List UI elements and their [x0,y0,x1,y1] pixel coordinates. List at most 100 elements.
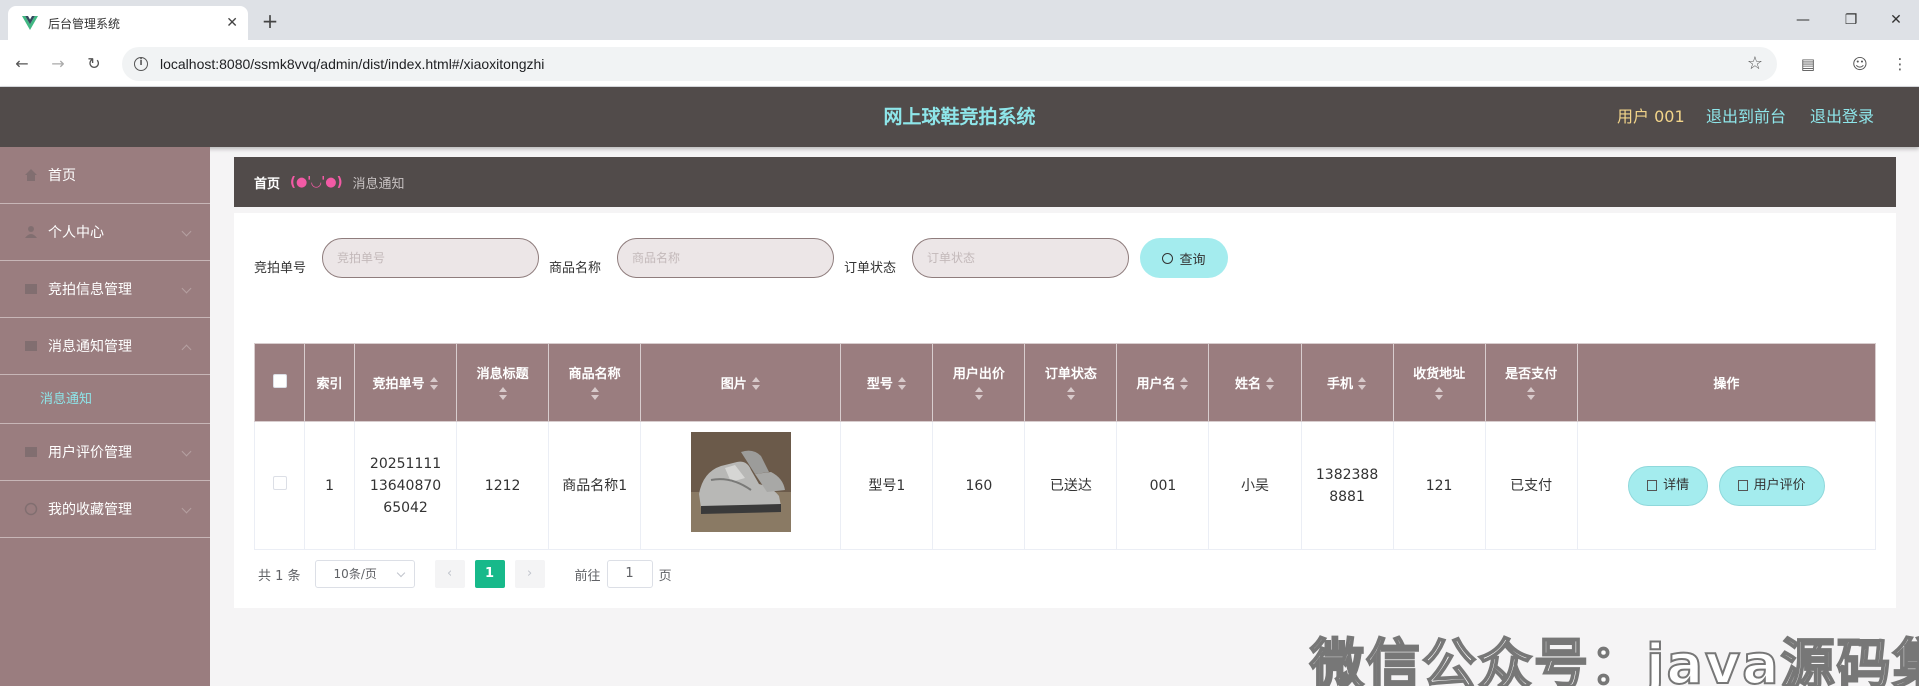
sidebar-item-auction[interactable]: 竞拍信息管理 [0,261,210,318]
select-all-checkbox[interactable] [272,373,287,388]
address-bar[interactable]: i localhost:8080/ssmk8vvq/admin/dist/ind… [122,47,1777,81]
browser-tab[interactable]: 后台管理系统 ✕ [8,6,248,40]
col-header-status[interactable]: 订单状态 [1024,343,1118,422]
sort-icon[interactable] [429,376,439,392]
browser-toolbar: ← → ↻ i localhost:8080/ssmk8vvq/admin/di… [0,40,1919,87]
sidebar-item-label: 我的收藏管理 [48,502,132,518]
col-header-product[interactable]: 商品名称 [548,343,642,422]
sidebar-item-messages[interactable]: 消息通知管理 [0,318,210,375]
header-label: 商品名称 [568,367,621,382]
col-header-image[interactable]: 图片 [640,343,842,422]
sort-icon[interactable] [498,386,508,402]
search-icon [1162,252,1174,264]
header-label: 姓名 [1235,376,1262,392]
content-card: 竞拍单号 商品名称 订单状态 查询 索引 竞拍单号 消息标题 商品名称 图片 [234,213,1896,608]
sort-icon[interactable] [1434,386,1444,402]
cell-address: 121 [1392,421,1486,550]
header-label: 收货地址 [1413,367,1466,382]
sort-icon[interactable] [1357,376,1367,392]
sort-icon[interactable] [974,386,984,402]
restore-icon[interactable]: ❐ [1828,0,1874,40]
sidebar-item-reviews[interactable]: 用户评价管理 [0,424,210,481]
prev-page-button[interactable]: ‹ [434,560,465,588]
product-image [690,432,791,532]
reload-icon[interactable]: ↻ [80,50,108,78]
product-name-input[interactable] [617,238,834,278]
order-status-input[interactable] [912,238,1129,278]
cell-image [640,421,842,550]
new-tab-button[interactable]: + [256,8,284,36]
cell-title: 1212 [456,421,550,550]
tab-search-icon[interactable]: ▤ [1796,52,1820,76]
cell-status: 已送达 [1024,421,1118,550]
col-header-index: 索引 [304,343,356,422]
goto-prefix: 前往 [574,568,601,584]
cell-phone: 13823888881 [1300,421,1394,550]
profile-icon[interactable]: ☺ [1848,52,1872,76]
site-info-icon[interactable]: i [134,57,148,71]
cell-username: 001 [1116,421,1210,550]
order-status-label: 订单状态 [844,261,897,276]
goto-suffix: 页 [658,568,672,584]
chevron-up-icon [181,344,192,355]
page-size-select[interactable]: 10条/页 [314,560,415,588]
auction-no-label: 竞拍单号 [254,261,307,276]
vue-logo-icon [22,16,38,30]
sort-icon[interactable] [1265,376,1275,392]
col-header-title[interactable]: 消息标题 [456,343,550,422]
sidebar-item-favorites[interactable]: 我的收藏管理 [0,481,210,538]
bookmark-star-icon[interactable]: ☆ [1747,53,1763,74]
cell-paid: 已支付 [1484,421,1578,550]
breadcrumb-home[interactable]: 首页 [254,173,280,192]
col-header-auction-no[interactable]: 竞拍单号 [354,343,458,422]
sort-icon[interactable] [751,376,761,392]
url-text: localhost:8080/ssmk8vvq/admin/dist/index… [160,56,545,72]
col-header-name[interactable]: 姓名 [1208,343,1302,422]
sort-icon[interactable] [1179,376,1189,392]
tab-close-icon[interactable]: ✕ [226,15,238,31]
window-close-icon[interactable]: ✕ [1873,0,1919,40]
browser-menu-icon[interactable]: ⋮ [1888,52,1912,76]
cell-name: 小吴 [1208,421,1302,550]
sidebar: 首页 个人中心 竞拍信息管理 消息通知管理 消息通知 用户评价管理 我的收藏管理 [0,147,210,686]
col-header-address[interactable]: 收货地址 [1392,343,1486,422]
next-page-button[interactable]: › [514,560,545,588]
watermark: 微信公众号：java源码集合 [1309,632,1919,686]
col-header-paid[interactable]: 是否支付 [1484,343,1578,422]
detail-button[interactable]: 详情 [1628,465,1709,506]
sort-icon[interactable] [1066,386,1076,402]
select-all-cell [253,343,306,422]
minimize-icon[interactable]: — [1780,0,1826,40]
row-checkbox[interactable] [272,475,287,490]
header-label: 竞拍单号 [372,376,425,392]
user-review-button[interactable]: 用户评价 [1718,465,1825,506]
col-header-model[interactable]: 型号 [840,343,934,422]
sort-icon[interactable] [897,376,907,392]
cell-model: 型号1 [840,421,934,550]
goto-page-input[interactable]: 1 [606,560,653,588]
review-icon [25,447,37,457]
sidebar-item-profile[interactable]: 个人中心 [0,204,210,261]
forward-icon[interactable]: → [44,50,72,78]
page-number-current[interactable]: 1 [474,560,505,588]
back-icon[interactable]: ← [8,50,36,78]
sidebar-item-home[interactable]: 首页 [0,147,210,204]
header-label: 手机 [1327,376,1354,392]
logout-link[interactable]: 退出登录 [1810,87,1874,147]
cell-product: 商品名称1 [548,421,642,550]
header-label: 用户名 [1136,376,1176,392]
auction-no-input[interactable] [322,238,539,278]
query-button[interactable]: 查询 [1140,238,1228,278]
col-header-phone[interactable]: 手机 [1300,343,1394,422]
breadcrumb-current: 消息通知 [352,176,405,192]
exit-to-front-link[interactable]: 退出到前台 [1706,87,1786,147]
header-label: 是否支付 [1505,367,1558,382]
sort-icon[interactable] [590,386,600,402]
tab-title: 后台管理系统 [48,16,121,31]
col-header-bid[interactable]: 用户出价 [932,343,1026,422]
sidebar-subitem-notice[interactable]: 消息通知 [0,375,210,424]
sort-icon[interactable] [1526,386,1536,402]
col-header-username[interactable]: 用户名 [1116,343,1210,422]
header-label: 操作 [1713,377,1740,392]
chevron-down-icon [181,283,192,294]
